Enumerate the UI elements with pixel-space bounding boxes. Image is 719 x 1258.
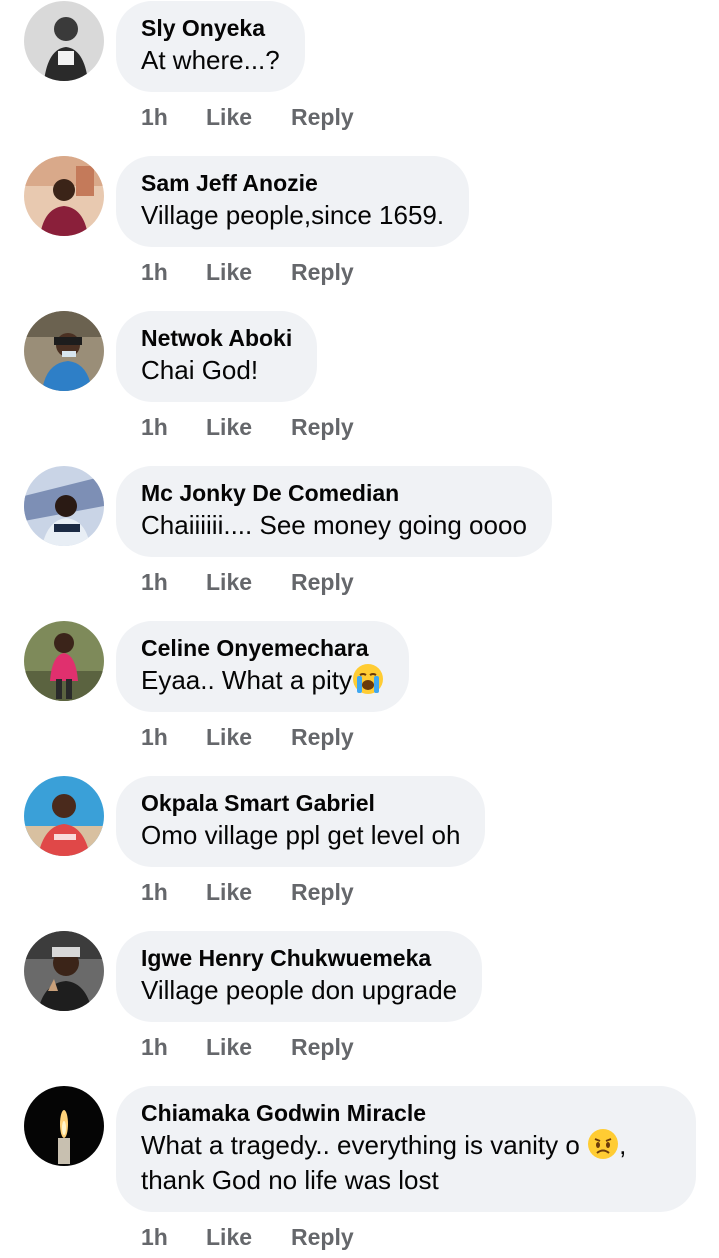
reply-button[interactable]: Reply [291,722,354,752]
comment-timestamp[interactable]: 1h [141,877,168,907]
comment-text: Omo village ppl get level oh [141,820,461,850]
comment-bubble: Okpala Smart Gabriel Omo village ppl get… [116,776,486,867]
reply-button[interactable]: Reply [291,257,354,287]
reply-button[interactable]: Reply [291,1222,354,1252]
like-button[interactable]: Like [206,722,252,752]
comment-author[interactable]: Sly Onyeka [141,13,280,43]
comment-text: Chai God! [141,355,259,385]
like-button[interactable]: Like [206,877,252,907]
comment-text: What a tragedy.. everything is vanity o … [141,1128,671,1163]
comment-item: Chiamaka Godwin Miracle What a tragedy..… [0,1086,719,1258]
comment-timestamp[interactable]: 1h [141,1222,168,1252]
reply-button[interactable]: Reply [291,412,354,442]
comment-bubble: Igwe Henry Chukwuemeka Village people do… [116,931,483,1022]
comment-text: Chaiiiiii.... See money going oooo [141,510,527,540]
comment-text: thank God no life was lost [141,1165,439,1195]
comment-author[interactable]: Celine Onyemechara [141,633,384,663]
avatar[interactable] [24,1086,104,1166]
comment-text: Village people don upgrade [141,975,458,1005]
comment-text: Eyaa.. What a pity [141,663,384,698]
avatar[interactable] [24,776,104,856]
comment-author[interactable]: Igwe Henry Chukwuemeka [141,943,457,973]
comment-text: At where...? [141,45,280,75]
comment-bubble: Celine Onyemechara Eyaa.. What a pity [116,621,409,712]
comment-author[interactable]: Okpala Smart Gabriel [141,788,460,818]
comment-item: Mc Jonky De Comedian Chaiiiiii.... See m… [0,466,719,616]
comment-item: Sly Onyeka At where...? 1h Like Reply [0,1,719,151]
comment-timestamp[interactable]: 1h [141,722,168,752]
avatar[interactable] [24,621,104,701]
comment-author[interactable]: Netwok Aboki [141,323,292,353]
comment-author[interactable]: Chiamaka Godwin Miracle [141,1098,671,1128]
like-button[interactable]: Like [206,412,252,442]
reply-button[interactable]: Reply [291,1032,354,1062]
like-button[interactable]: Like [206,257,252,287]
comment-text-line-1: What a tragedy.. everything is vanity o [141,1130,580,1160]
comment-bubble: Sly Onyeka At where...? [116,1,305,92]
reply-button[interactable]: Reply [291,877,354,907]
comment-bubble: Chiamaka Godwin Miracle What a tragedy..… [116,1086,696,1212]
comment-timestamp[interactable]: 1h [141,102,168,132]
comment-text-line-1-suffix: , [619,1130,627,1160]
comment-item: Netwok Aboki Chai God! 1h Like Reply [0,311,719,461]
avatar[interactable] [24,466,104,546]
like-button[interactable]: Like [206,567,252,597]
avatar[interactable] [24,931,104,1011]
comment-timestamp[interactable]: 1h [141,567,168,597]
reply-button[interactable]: Reply [291,102,354,132]
comment-author[interactable]: Mc Jonky De Comedian [141,478,527,508]
like-button[interactable]: Like [206,1222,252,1252]
comment-bubble: Sam Jeff Anozie Village people,since 165… [116,156,470,247]
comment-text: Village people,since 1659. [141,200,445,230]
avatar[interactable] [24,311,104,391]
comment-bubble: Netwok Aboki Chai God! [116,311,318,402]
comment-item: Sam Jeff Anozie Village people,since 165… [0,156,719,306]
comment-timestamp[interactable]: 1h [141,1032,168,1062]
sad-face-emoji [587,1128,619,1160]
comment-item: Okpala Smart Gabriel Omo village ppl get… [0,776,719,926]
comment-item: Celine Onyemechara Eyaa.. What a pity 1h… [0,621,719,771]
like-button[interactable]: Like [206,1032,252,1062]
avatar[interactable] [24,156,104,236]
comment-timestamp[interactable]: 1h [141,412,168,442]
comment-timestamp[interactable]: 1h [141,257,168,287]
like-button[interactable]: Like [206,102,252,132]
comment-text-content: Eyaa.. What a pity [141,665,352,695]
reply-button[interactable]: Reply [291,567,354,597]
comment-author[interactable]: Sam Jeff Anozie [141,168,444,198]
comment-bubble: Mc Jonky De Comedian Chaiiiiii.... See m… [116,466,552,557]
loudly-crying-face-emoji [352,663,384,695]
comment-item: Igwe Henry Chukwuemeka Village people do… [0,931,719,1081]
avatar[interactable] [24,1,104,81]
